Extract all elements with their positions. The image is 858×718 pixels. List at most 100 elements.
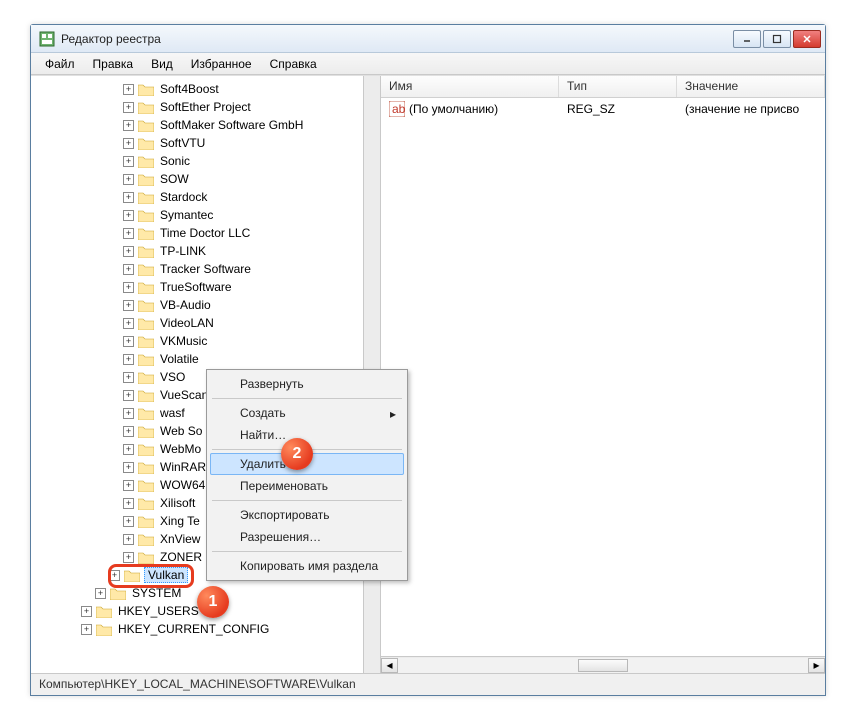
tree-node[interactable]: +TrueSoftware [33,278,361,296]
menu-favorites[interactable]: Избранное [183,55,260,73]
expand-icon[interactable]: + [123,480,134,491]
expand-icon[interactable]: + [81,624,92,635]
folder-icon [138,155,154,168]
tree-node[interactable]: +VideoLAN [33,314,361,332]
menubar: Файл Правка Вид Избранное Справка [31,53,825,75]
expand-icon[interactable]: + [123,444,134,455]
list-body[interactable]: (По умолчанию) REG_SZ (значение не присв… [381,98,825,656]
expand-icon[interactable]: + [123,552,134,563]
expand-icon[interactable]: + [81,606,92,617]
expand-icon[interactable]: + [123,246,134,257]
value-name: (По умолчанию) [409,102,498,116]
tree-node[interactable]: +SoftEther Project [33,98,361,116]
col-data[interactable]: Значение [677,76,825,97]
expand-icon[interactable]: + [123,156,134,167]
tree-node[interactable]: + SOW [33,170,361,188]
folder-icon [138,425,154,438]
expand-icon[interactable]: + [123,120,134,131]
tree-node[interactable]: +Volatile [33,350,361,368]
close-button[interactable] [793,30,821,48]
separator [212,500,402,501]
menu-help[interactable]: Справка [262,55,325,73]
list-header[interactable]: Имя Тип Значение [381,76,825,98]
minimize-button[interactable] [733,30,761,48]
expand-icon[interactable]: + [123,192,134,203]
list-hscrollbar[interactable]: ◂ ▸ [381,656,825,673]
folder-icon [138,173,154,186]
expand-icon[interactable]: + [123,84,134,95]
tree-node-label: SoftVTU [158,136,207,150]
scroll-right-icon[interactable]: ▸ [808,658,825,673]
expand-icon[interactable]: + [123,498,134,509]
col-name[interactable]: Имя [381,76,559,97]
expand-icon[interactable]: + [123,462,134,473]
tree-node[interactable]: + SoftVTU [33,134,361,152]
folder-icon [96,605,112,618]
tree-node[interactable]: +HKEY_CURRENT_CONFIG [33,620,361,638]
expand-icon[interactable]: + [123,174,134,185]
window: Редактор реестра Файл Правка Вид Избранн… [30,24,826,696]
expand-icon[interactable]: + [123,372,134,383]
expand-icon[interactable]: + [123,102,134,113]
folder-icon [138,281,154,294]
expand-icon[interactable]: + [123,354,134,365]
menu-view[interactable]: Вид [143,55,181,73]
folder-icon [138,191,154,204]
expand-icon[interactable]: + [123,336,134,347]
tree-node-label: VKMusic [158,334,209,348]
ctx-copy-key[interactable]: Копировать имя раздела [210,555,404,577]
expand-icon[interactable]: + [123,516,134,527]
folder-icon [138,263,154,276]
ctx-rename[interactable]: Переименовать [210,475,404,497]
expand-icon[interactable]: + [123,264,134,275]
tree-node-label: Web So [158,424,204,438]
expand-icon[interactable]: + [123,228,134,239]
folder-icon [138,533,154,546]
scroll-thumb[interactable] [578,659,628,672]
expand-icon[interactable]: + [109,570,120,581]
ctx-expand[interactable]: Развернуть [210,373,404,395]
menu-edit[interactable]: Правка [85,55,142,73]
string-value-icon [389,101,405,117]
titlebar[interactable]: Редактор реестра [31,25,825,53]
folder-icon [138,119,154,132]
expand-icon[interactable]: + [123,426,134,437]
col-type[interactable]: Тип [559,76,677,97]
separator [212,398,402,399]
tree-node[interactable]: +Soft4Boost [33,80,361,98]
list-row[interactable]: (По умолчанию) REG_SZ (значение не присв… [381,98,825,120]
tree-node[interactable]: +TP-LINK [33,242,361,260]
folder-icon [110,587,126,600]
tree-node[interactable]: +VB-Audio [33,296,361,314]
tree-node[interactable]: +Stardock [33,188,361,206]
annotation-badge-1: 1 [197,586,229,618]
folder-icon [138,335,154,348]
scroll-left-icon[interactable]: ◂ [381,658,398,673]
ctx-create[interactable]: Создать ▸ [210,402,404,424]
expand-icon[interactable]: + [123,534,134,545]
tree-node-label: SYSTEM [130,586,183,600]
maximize-button[interactable] [763,30,791,48]
tree-node[interactable]: +Sonic [33,152,361,170]
expand-icon[interactable]: + [123,390,134,401]
expand-icon[interactable]: + [123,210,134,221]
tree-node[interactable]: + VKMusic [33,332,361,350]
tree-node[interactable]: +SoftMaker Software GmbH [33,116,361,134]
tree-node[interactable]: +Symantec [33,206,361,224]
expand-icon[interactable]: + [123,318,134,329]
expand-icon[interactable]: + [123,408,134,419]
chevron-right-icon: ▸ [390,407,396,421]
tree-node-label: SOW [158,172,191,186]
menu-file[interactable]: Файл [37,55,83,73]
expand-icon[interactable]: + [123,282,134,293]
expand-icon[interactable]: + [123,300,134,311]
tree-node-label: WinRAR [158,460,208,474]
folder-icon [138,551,154,564]
expand-icon[interactable]: + [95,588,106,599]
tree-node-label: WOW64 [158,478,207,492]
ctx-permissions[interactable]: Разрешения… [210,526,404,548]
tree-node[interactable]: +Time Doctor LLC [33,224,361,242]
tree-node[interactable]: +Tracker Software [33,260,361,278]
ctx-export[interactable]: Экспортировать [210,504,404,526]
expand-icon[interactable]: + [123,138,134,149]
